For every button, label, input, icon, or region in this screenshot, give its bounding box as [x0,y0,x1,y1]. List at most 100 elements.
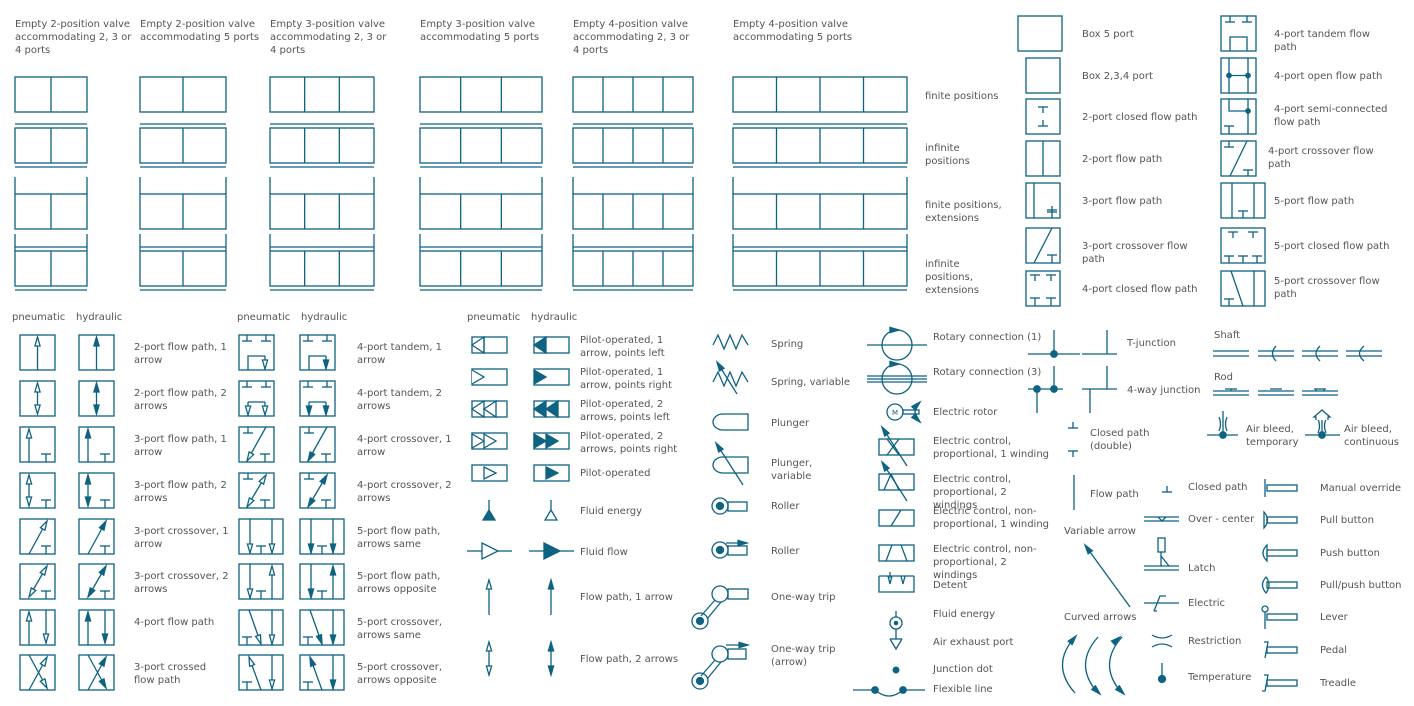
misc-label: Temperature [1188,672,1252,683]
air-bleed-temporary-symbol [1207,411,1238,439]
valve-column-title: Empty 4-position valve accommodating 5 p… [733,19,853,43]
symbol-latch [1144,537,1179,571]
symbol-box5 [1017,15,1063,52]
misc-label: Latch [1188,563,1216,574]
electrical-label: Rotary connection (3) [933,367,1042,378]
pneumatic-pl1 [470,335,508,355]
mechanical-label: One-way trip (arrow) [771,644,836,668]
symbol-spring-var [712,360,749,395]
pneumatic-fp2 [485,639,493,678]
symbol-plunger-var [712,441,749,486]
valve-finite-ext [732,177,908,230]
hydraulic-pl1 [532,335,570,355]
air-bleed-temporary-label: Air bleed, temporary [1246,424,1299,448]
symbol-flex [853,686,925,697]
pneumatic-a4p [19,609,56,646]
valve-finite [572,76,694,113]
pneumatic-a3c2 [19,563,56,600]
pneumatic-b4c1 [238,426,275,464]
symbol-ecn2 [878,544,915,562]
pneumatic-a2p1 [19,334,56,371]
electrical-label: Air exhaust port [933,637,1014,648]
valve-infinite-ext [269,234,375,291]
arrow-path-label: 3-port flow path, 2 arrows [134,480,227,504]
pneumatic-a3c1 [19,518,56,555]
manual-label: Lever [1320,612,1348,623]
box-label: 5-port closed flow path [1274,241,1390,252]
manual-label: Pull/push button [1320,580,1402,591]
electrical-label: Flexible line [933,684,993,695]
symbol-exhaust [889,629,903,651]
mechanical-label: Roller [771,546,800,557]
pneumatic-fe [481,500,497,521]
arrow-path-label: 4-port tandem, 2 arrows [357,388,442,412]
arrow-path-label: 4-port crossover, 2 arrows [357,480,452,504]
pneumatic-a3p1 [19,426,56,463]
hydraulic-pr1 [533,368,570,386]
arrow-path-label: 4-port crossover, 1 arrow [357,434,452,458]
column-header-pneumatic: pneumatic [237,312,291,323]
valve-row-label: finite positions [925,91,999,102]
symbol-4p-open [1220,57,1257,94]
symbol-pedal [1264,641,1298,659]
manual-label: Manual override [1320,483,1402,494]
hydraulic-b4t1 [299,334,336,372]
closed-path-double-label: Closed path (double) [1090,428,1150,452]
arrow-path-label: 3-port crossover, 2 arrows [134,571,229,595]
valve-column-title: Empty 4-position valve accommodating 2, … [573,19,690,56]
manual-label: Pull button [1320,515,1374,526]
pilot-label: Pilot-operated, 2 arrows, points left [580,399,670,423]
box-label: 4-port crossover flow path [1268,146,1374,170]
electrical-label: Electric control, non-proportional, 2 wi… [933,544,1037,581]
arrow-path-label: 2-port flow path, 1 arrow [134,342,227,366]
hydraulic-b4t2 [299,380,336,418]
box-label: 2-port flow path [1082,154,1163,165]
hydraulic-a2p2 [78,380,115,417]
valve-column-title: Empty 3-position valve accommodating 5 p… [420,19,540,43]
pilot-label: Pilot-operated [580,468,651,479]
curved-arrows-label: Curved arrows [1064,612,1137,623]
electrical-label: Electric control, non-proportional, 1 wi… [933,506,1050,530]
hydraulic-a3c2 [78,563,115,600]
column-header-hydraulic: hydraulic [301,312,348,323]
symbol-ecp1 [878,425,915,467]
flow-path-label: Flow path [1090,489,1139,500]
valve-row-label: finite positions, extensions [925,200,1002,224]
valve-finite [419,76,543,113]
valve-infinite [732,123,908,168]
valve-column-title: Empty 3-position valve accommodating 2, … [270,19,387,56]
pneumatic-b4t1 [238,334,275,372]
hydraulic-b5o [299,563,345,601]
hydraulic-a3c1 [78,518,115,555]
hydraulic-fp2 [547,639,555,678]
column-header-pneumatic: pneumatic [467,312,521,323]
mechanical-label: Plunger [771,418,810,429]
electrical-label: Electric control, proportional, 1 windin… [933,436,1050,460]
box-label: Box 5 port [1082,29,1134,40]
valve-infinite-ext [14,234,88,291]
rod-symbols [1213,388,1338,396]
mechanical-label: Plunger, variable [771,458,813,482]
electrical-label: Junction dot [933,664,993,675]
symbol-fluid-energy [889,611,903,630]
variable-arrow-label: Variable arrow [1064,526,1136,537]
box-label: Box 2,3,4 port [1082,71,1153,82]
valve-infinite [572,123,694,168]
hydraulic-pl2 [532,399,570,419]
pneumatic-pr2 [471,432,508,450]
symbol-pullpush [1261,575,1298,595]
hydraulic-fp1 [547,577,555,615]
t-junction-label: T-junction [1127,338,1176,349]
4-way-junction-label: 4-way junction [1127,385,1201,396]
pilot-label: Fluid energy [580,506,643,517]
pneumatic-pl2 [470,399,508,419]
symbol-4p-cross [1220,140,1257,177]
symbol-rot3 [867,360,927,395]
symbol-push [1262,543,1298,563]
hydraulic-a3x [78,654,115,691]
misc-label: Electric [1188,598,1226,609]
pneumatic-b5co [238,654,284,692]
pilot-label: Flow path, 2 arrows [580,654,679,665]
valve-infinite-ext [139,234,227,291]
hydraulic-b4c1 [299,426,336,464]
